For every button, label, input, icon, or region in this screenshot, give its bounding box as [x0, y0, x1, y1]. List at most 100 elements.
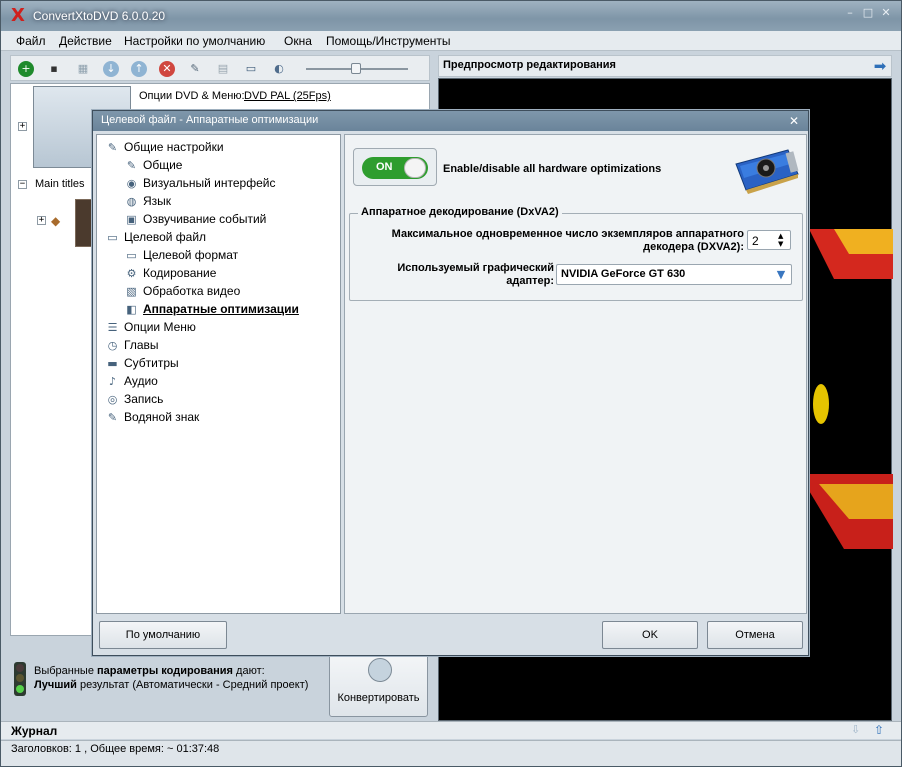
tree-item[interactable]: ▬ Субтитры — [105, 354, 179, 372]
max-decoders-value[interactable]: 2 — [752, 234, 759, 248]
main-titlebar[interactable]: X ConvertXtoDVD 6.0.0.20 – □ ✕ — [1, 1, 901, 31]
tree-item[interactable]: ◎ Запись — [105, 390, 164, 408]
tree-item[interactable]: ◧ Аппаратные оптимизации — [124, 300, 299, 318]
tree-item-label: Целевой формат — [143, 248, 239, 262]
tree-item-label: Общие настройки — [124, 140, 224, 154]
graphics-card-icon — [735, 149, 799, 194]
tree-item[interactable]: ◍ Язык — [124, 192, 171, 210]
globe-icon: ◍ — [126, 194, 137, 208]
max-decoders-spinner[interactable]: 2 ▲ ▼ — [747, 230, 791, 250]
tree-item[interactable]: ▣ Озвучивание событий — [124, 210, 266, 228]
main-titles-label[interactable]: Main titles — [35, 178, 85, 190]
close-button[interactable]: ✕ — [879, 7, 893, 19]
settings-tree: ✎ Общие настройки ✎ Общие ◉ Визуальный интерф… — [96, 134, 341, 614]
spin-up-icon[interactable]: ▲ — [778, 232, 783, 240]
window-title: ConvertXtoDVD 6.0.0.20 — [33, 9, 166, 23]
burn-icon[interactable]: ◐ — [271, 61, 287, 77]
dialog-titlebar[interactable]: Целевой файл - Аппаратные оптимизации ✕ — [93, 111, 808, 131]
video-processing-icon: ▧ — [126, 284, 137, 298]
ok-button[interactable]: OK — [602, 621, 698, 649]
tree-item[interactable]: ☰ Опции Меню — [105, 318, 196, 336]
delete-icon[interactable]: ✕ — [159, 61, 175, 77]
down-icon[interactable]: ↓ — [103, 61, 119, 77]
tree-item[interactable]: ✎ Водяной знак — [105, 408, 199, 426]
preview-header: Предпросмотр редактирования ➡ — [438, 55, 892, 77]
convert-label: Конвертировать — [337, 692, 420, 704]
preview-expand-arrow-icon[interactable]: ➡ — [871, 57, 889, 75]
tree-item[interactable]: ♪ Аудио — [105, 372, 158, 390]
up-icon[interactable]: ↑ — [131, 61, 147, 77]
tree-item-label: Язык — [143, 194, 172, 208]
max-decoders-label: Максимальное одновременное число экземпл… — [391, 228, 744, 253]
wrench-icon: ✎ — [107, 140, 118, 154]
monitor-icon[interactable]: ▭ — [243, 61, 259, 77]
menu-action[interactable]: Действие — [59, 34, 112, 48]
log-up-icon[interactable]: ⇧ — [874, 723, 888, 737]
grid-icon[interactable]: ▤ — [215, 61, 231, 77]
tree-item[interactable]: ▭ Целевой файл — [105, 228, 206, 246]
toggle-knob — [404, 158, 426, 178]
menu-file[interactable]: Файл — [16, 34, 46, 48]
hw-optimizations-toggle[interactable]: ON — [353, 148, 437, 186]
dvd-options-link[interactable]: DVD PAL (25Fps) — [244, 90, 331, 102]
settings-content: ON Enable/disable all hardware optimizat… — [344, 134, 807, 614]
tree-item-label: Аудио — [124, 374, 158, 388]
monitor-icon: ▭ — [107, 230, 118, 244]
tree-item-label: Субтитры — [124, 356, 179, 370]
status-line-1: Выбранные параметры кодирования дают: — [34, 665, 265, 677]
maximize-button[interactable]: □ — [861, 7, 875, 19]
encoding-status: Выбранные параметры кодирования дают: Лу… — [10, 658, 330, 718]
cancel-button[interactable]: Отмена — [707, 621, 803, 649]
menu-help-tools[interactable]: Помощь/Инструменты — [326, 34, 451, 48]
save-icon[interactable]: ▪ — [46, 61, 62, 77]
tree-item[interactable]: ⚙ Кодирование — [124, 264, 217, 282]
menu-defaults[interactable]: Настройки по умолчанию — [124, 34, 265, 48]
chevron-down-icon[interactable]: ▼ — [773, 267, 789, 282]
expand-title-icon[interactable]: + — [37, 216, 46, 225]
chapters-icon[interactable]: ▦ — [75, 61, 91, 77]
dialog-close-icon[interactable]: ✕ — [786, 113, 802, 129]
menu-windows[interactable]: Окна — [284, 34, 312, 48]
tree-item-label: Кодирование — [143, 266, 217, 280]
music-note-icon: ♪ — [108, 374, 117, 388]
tree-item-label: Аппаратные оптимизации — [143, 302, 299, 316]
tree-item-label: Запись — [124, 392, 164, 406]
collapse-main-titles-icon[interactable]: − — [18, 180, 27, 189]
sound-events-icon: ▣ — [126, 212, 137, 226]
log-down-icon[interactable]: ⇩ — [851, 723, 865, 737]
defaults-button[interactable]: По умолчанию — [99, 621, 227, 649]
app-logo-icon: X — [11, 5, 25, 26]
wrench-icon: ✎ — [107, 410, 118, 424]
tree-item-label: Общие — [143, 158, 183, 172]
tools-icon[interactable]: ✎ — [187, 61, 203, 77]
tree-item-label: Обработка видео — [143, 284, 241, 298]
graphics-adapter-select[interactable]: NVIDIA GeForce GT 630 ▼ — [556, 264, 792, 285]
hardware-icon: ◧ — [126, 302, 137, 316]
dialog-title: Целевой файл - Аппаратные оптимизации — [101, 114, 319, 126]
palette-icon: ◉ — [126, 176, 137, 190]
tree-item[interactable]: ▧ Обработка видео — [124, 282, 240, 300]
tree-item[interactable]: ▭ Целевой формат — [124, 246, 238, 264]
add-icon[interactable]: + — [18, 61, 34, 77]
tree-item[interactable]: ◉ Визуальный интерфейс — [124, 174, 276, 192]
status-line-2: Лучший результат (Автоматически - Средни… — [34, 679, 309, 691]
minimize-button[interactable]: – — [843, 7, 857, 19]
disc-icon: ◎ — [107, 392, 118, 406]
status-bar-text: Заголовков: 1 , Общее время: ~ 01:37:48 — [11, 743, 220, 755]
tree-item[interactable]: ✎ Общие настройки — [105, 138, 224, 156]
tree-item[interactable]: ◷ Главы — [105, 336, 159, 354]
tree-item[interactable]: ✎ Общие — [124, 156, 183, 174]
settings-dialog: Целевой файл - Аппаратные оптимизации ✕ … — [92, 110, 809, 656]
log-bar: Журнал ⇩ ⇧ — [1, 721, 901, 739]
gear-icon: ⚙ — [126, 266, 137, 280]
zoom-slider-thumb[interactable] — [351, 63, 361, 74]
toggle-track: ON — [362, 157, 428, 179]
tree-item-label: Водяной знак — [124, 410, 200, 424]
expand-dvd-icon[interactable]: + — [18, 122, 27, 131]
title-film-icon: ◆ — [51, 214, 61, 228]
tree-item-label: Опции Меню — [124, 320, 196, 334]
monitor-icon: ▭ — [126, 248, 137, 262]
spin-down-icon[interactable]: ▼ — [778, 240, 783, 248]
tree-item-label: Озвучивание событий — [143, 212, 267, 226]
convert-button[interactable]: Конвертировать — [329, 651, 428, 717]
